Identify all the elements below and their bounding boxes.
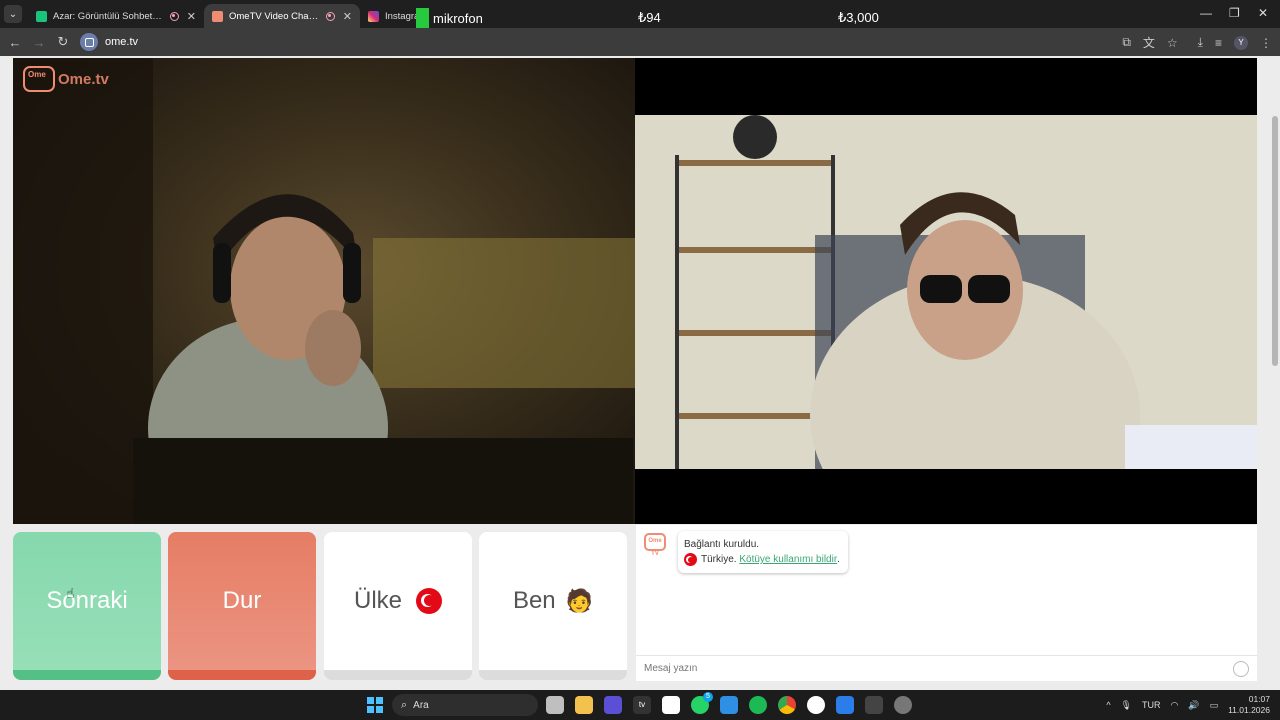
cube-app-icon[interactable] (865, 696, 883, 714)
stop-button[interactable]: Dur (168, 532, 316, 680)
vscode-icon[interactable] (720, 696, 738, 714)
file-explorer-icon[interactable] (575, 696, 593, 714)
url-text[interactable]: ome.tv (105, 36, 138, 48)
report-abuse-link[interactable]: Kötüye kullanımı bildir (739, 552, 837, 567)
self-video-frame (635, 115, 1257, 469)
obs-icon[interactable] (894, 696, 912, 714)
language-indicator[interactable]: TUR (1142, 700, 1161, 710)
ometv-logo-text: Ome.tv (58, 70, 109, 88)
volume-icon[interactable]: 🔊 (1188, 700, 1199, 711)
maximize-icon[interactable]: ❐ (1229, 6, 1240, 20)
task-view-icon[interactable] (546, 696, 564, 714)
chat-panel: Ome TV Bağlantı kuruldu. Türkiye. Kötüye… (636, 525, 1257, 681)
self-video-scene (635, 115, 1257, 469)
reload-icon[interactable]: ↻ (51, 34, 75, 50)
address-bar[interactable]: ome.tv (80, 32, 1090, 52)
clock[interactable]: 01:07 11.01.2026 (1228, 694, 1270, 716)
recording-icon (325, 11, 335, 21)
stranger-video: Ome.tv (13, 58, 635, 524)
minimize-icon[interactable]: — (1200, 6, 1212, 20)
store-icon[interactable] (604, 696, 622, 714)
browser-toolbar: ← → ↻ ome.tv ⧉ 文 ☆ ⤓ ≡ Y ⋮ (0, 28, 1280, 56)
system-message: Bağlantı kuruldu. Türkiye. Kötüye kullan… (678, 531, 848, 573)
profile-avatar[interactable]: Y (1234, 35, 1248, 50)
turkey-flag-icon (684, 553, 697, 566)
page-scrollbar[interactable] (1272, 116, 1278, 366)
self-video (635, 58, 1257, 524)
ometv-logo[interactable]: Ome.tv (23, 66, 109, 92)
forward-icon[interactable]: → (27, 35, 51, 50)
mic-label: mikrofon (433, 10, 483, 26)
download-icon[interactable]: ⤓ (1198, 35, 1203, 50)
menu-kebab-icon[interactable]: ⋮ (1260, 36, 1272, 50)
wifi-icon[interactable]: ◠ (1170, 700, 1178, 711)
reading-list-icon[interactable]: ≡ (1215, 36, 1222, 50)
taskbar-apps: tv 5 (546, 692, 912, 714)
boy-avatar-icon: 🧑 (565, 588, 594, 613)
tab-ometv[interactable]: OmeTV Video Chat — Ome ✕ (204, 4, 360, 28)
instagram-favicon-icon (368, 10, 379, 22)
battery-icon[interactable]: ▭ (1210, 700, 1219, 711)
tab-title: Azar: Görüntülü Sohbet & V (53, 10, 164, 22)
clock-date: 11.01.2026 (1228, 705, 1270, 715)
ometv-favicon-icon (212, 10, 223, 22)
next-button[interactable]: Sonraki (13, 532, 161, 680)
stranger-video-frame (13, 58, 635, 524)
spotify-icon[interactable] (749, 696, 767, 714)
emoji-icon[interactable] (1233, 661, 1249, 677)
whatsapp-badge: 5 (703, 692, 713, 702)
message-input[interactable] (644, 663, 1204, 674)
close-tab-icon[interactable]: ✕ (343, 10, 352, 23)
site-info-icon[interactable] (80, 33, 98, 51)
overlay-value-a: ₺94 (638, 10, 661, 25)
azar-favicon-icon (36, 10, 47, 22)
chatgpt-icon[interactable] (807, 696, 825, 714)
ometv-page: Ome.tv Sonraki (0, 56, 1280, 690)
tab-search-button[interactable]: ⌄ (4, 5, 22, 23)
translate-icon[interactable]: 文 (1143, 34, 1155, 51)
tab-azar[interactable]: Azar: Görüntülü Sohbet & V ✕ (28, 4, 204, 28)
windows-start-icon[interactable] (367, 697, 383, 713)
microphone-icon[interactable]: 🎙 (1121, 700, 1132, 711)
clock-time: 01:07 (1248, 694, 1270, 704)
browser-tab-strip: ⌄ Azar: Görüntülü Sohbet & V ✕ OmeTV Vid… (0, 0, 1280, 28)
search-icon: ⌕ (401, 698, 408, 711)
cast-icon[interactable]: ⧉ (1122, 35, 1131, 50)
recording-icon (169, 11, 179, 21)
ometv-tv-icon (23, 66, 55, 92)
tray-overflow-icon[interactable]: ^ (1106, 700, 1110, 710)
mic-level-indicator (416, 8, 429, 28)
country-button[interactable]: Ülke (324, 532, 472, 680)
tab-title: OmeTV Video Chat — Ome (229, 10, 320, 22)
notion-icon[interactable] (662, 696, 680, 714)
search-label: Ara (413, 699, 429, 711)
connection-status-text: Bağlantı kuruldu. (684, 539, 760, 550)
apple-tv-icon[interactable]: tv (633, 696, 651, 714)
gender-button-label: Ben (512, 587, 556, 614)
todo-icon[interactable] (836, 696, 854, 714)
hand-cursor-icon: ☝ (66, 585, 75, 601)
chat-input-bar (636, 655, 1257, 681)
mic-overlay: mikrofon (416, 8, 483, 28)
country-text: Türkiye. (701, 554, 737, 565)
bookmark-star-icon[interactable]: ☆ (1167, 36, 1178, 50)
stop-button-label: Dur (222, 587, 262, 614)
report-suffix: . (837, 554, 840, 565)
overlay-value-b: ₺3,000 (838, 10, 879, 25)
next-button-label: Sonraki (46, 587, 128, 614)
ometv-chat-icon: Ome TV (644, 533, 666, 557)
back-icon[interactable]: ← (3, 35, 27, 50)
taskbar-search[interactable]: ⌕ Ara (392, 694, 538, 716)
close-tab-icon[interactable]: ✕ (187, 10, 196, 23)
system-tray: ^ 🎙 TUR ◠ 🔊 ▭ 01:07 11.01.2026 (1106, 694, 1270, 716)
chrome-icon[interactable] (778, 696, 796, 714)
close-window-icon[interactable]: ✕ (1258, 6, 1268, 20)
gender-button[interactable]: Ben 🧑 (479, 532, 627, 680)
whatsapp-icon[interactable]: 5 (691, 692, 713, 714)
country-button-label: Ülke (353, 587, 402, 614)
windows-taskbar: ⌕ Ara tv 5 ^ 🎙 TUR ◠ 🔊 ▭ 01:07 11.01.202… (0, 690, 1280, 720)
turkey-flag-icon (416, 588, 442, 614)
toolbar-actions: ⧉ 文 ☆ ⤓ ≡ Y ⋮ (1122, 34, 1272, 51)
